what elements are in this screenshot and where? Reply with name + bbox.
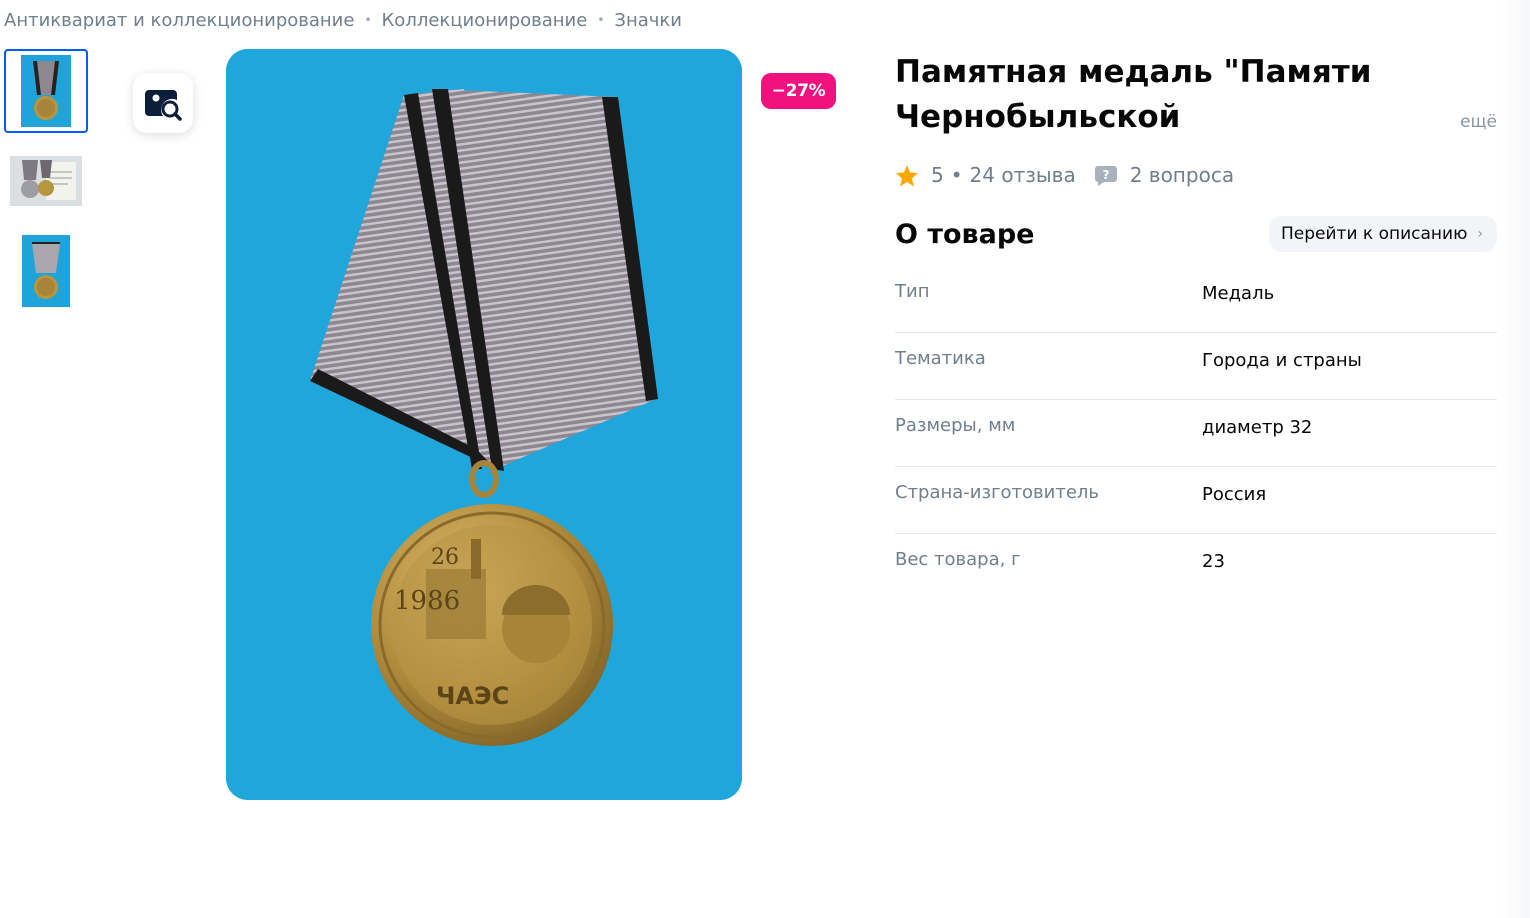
spec-row-weight: Вес товара, г 23 (895, 534, 1497, 601)
go-to-description-label: Перейти к описанию (1281, 224, 1468, 244)
reviews-count-link[interactable]: 24 отзыва (970, 163, 1076, 187)
thumbnail-list (4, 49, 88, 319)
thumbnail-3[interactable] (4, 229, 88, 313)
spec-row-theme: Тематика Города и страны (895, 333, 1497, 400)
spec-label: Тематика (895, 348, 986, 369)
svg-text:26: 26 (431, 545, 459, 570)
rating-row: 5 • 24 отзыва ? 2 вопроса (895, 162, 1497, 188)
medal-side-thumbnail-image (22, 235, 70, 307)
medal-thumbnail-image (21, 55, 71, 127)
right-edge-shadow (1500, 0, 1530, 918)
about-title: О товаре (895, 218, 1035, 250)
svg-text:1986: 1986 (394, 586, 460, 616)
spec-table: Тип Медаль Тематика Города и страны Разм… (895, 266, 1497, 601)
questions-count-link[interactable]: 2 вопроса (1130, 163, 1234, 187)
spec-label: Тип (895, 281, 930, 302)
spec-row-size: Размеры, мм диаметр 32 (895, 400, 1497, 467)
breadcrumb-item-antiques[interactable]: Антиквариат и коллекционирование (4, 10, 354, 31)
breadcrumb-separator: • (597, 13, 605, 27)
main-product-photo[interactable]: 26 1986 ЧАЭС (226, 49, 742, 800)
image-search-icon (145, 90, 182, 121)
spec-label: Размеры, мм (895, 415, 1016, 436)
rating-value[interactable]: 5 (931, 163, 944, 187)
discount-badge: −27% (761, 73, 836, 109)
image-search-button[interactable] (133, 73, 193, 133)
rating-separator: • (950, 163, 963, 187)
spec-value: Города и страны (1202, 350, 1362, 371)
breadcrumb-item-badges[interactable]: Значки (614, 10, 682, 31)
spec-row-country: Страна-изготовитель Россия (895, 467, 1497, 534)
breadcrumb-separator: • (364, 13, 372, 27)
star-icon (896, 164, 918, 186)
spec-value: Медаль (1202, 283, 1275, 304)
svg-text:ЧАЭС: ЧАЭС (436, 682, 509, 710)
question-bubble-icon: ? (1094, 166, 1117, 186)
go-to-description-button[interactable]: Перейти к описанию › (1269, 216, 1497, 252)
title-more-link[interactable]: ещё (1460, 112, 1497, 132)
about-header: О товаре Перейти к описанию › (895, 216, 1497, 252)
chevron-right-icon: › (1477, 226, 1483, 242)
spec-row-type: Тип Медаль (895, 266, 1497, 333)
spec-value: 23 (1202, 551, 1225, 572)
thumbnail-2[interactable] (4, 139, 88, 223)
breadcrumb-item-collecting[interactable]: Коллекционирование (382, 10, 588, 31)
thumbnail-1[interactable] (4, 49, 88, 133)
product-info: Памятная медаль "Памяти Чернобыльской ка… (895, 50, 1497, 601)
breadcrumb: Антиквариат и коллекционирование • Колле… (4, 8, 682, 32)
spec-label: Вес товара, г (895, 549, 1021, 570)
spec-label: Страна-изготовитель (895, 482, 1100, 503)
product-title: Памятная медаль "Памяти Чернобыльской ка… (895, 54, 1372, 135)
spec-value: Россия (1202, 484, 1267, 505)
spec-value: диаметр 32 (1202, 417, 1313, 438)
medal-with-certificate-thumbnail-image (10, 156, 82, 206)
svg-text:?: ? (1102, 168, 1109, 182)
chernobyl-medal-image: 26 1986 ЧАЭС (226, 49, 742, 800)
